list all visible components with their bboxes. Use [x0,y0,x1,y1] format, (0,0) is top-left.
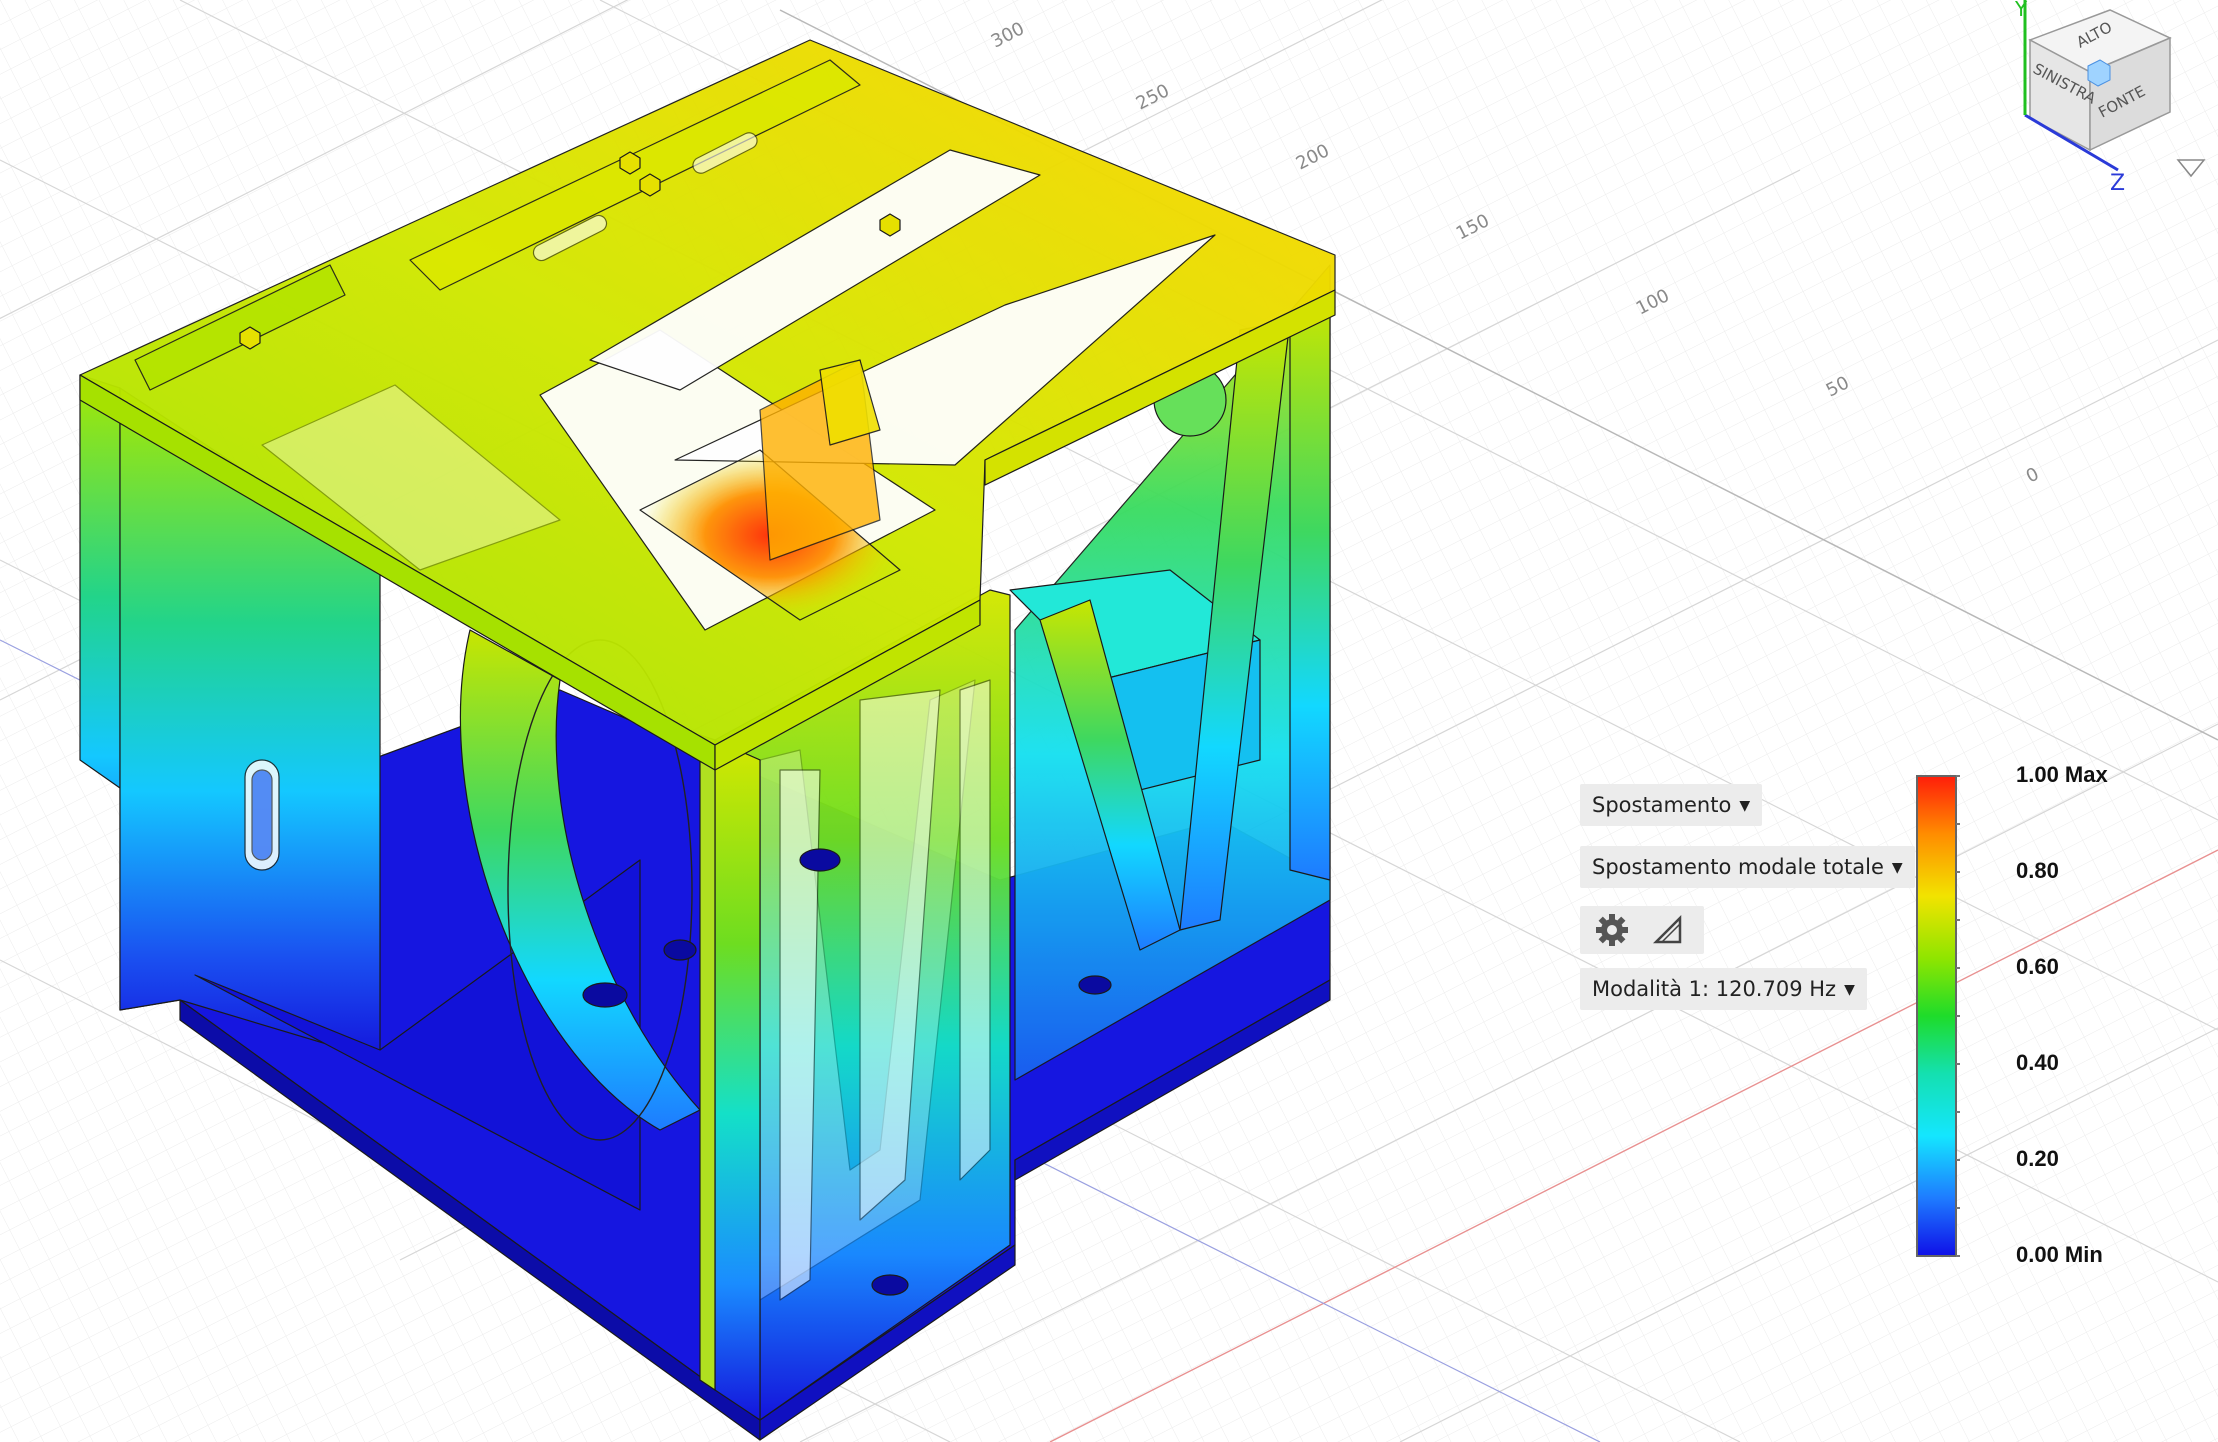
chevron-down-icon: ▼ [1739,798,1751,814]
result-component-label: Spostamento modale totale [1592,855,1884,879]
gear-icon[interactable] [1592,910,1632,950]
result-type-label: Spostamento [1592,793,1732,817]
legend-max-label: 1.00 Max [2016,762,2108,787]
3d-viewport[interactable]: 300 250 200 150 100 50 0 ALTO SINISTRA F… [0,0,2218,1442]
color-legend [1915,774,1960,1258]
legend-tick-020: 0.20 [2016,1146,2059,1171]
axis-y-label: Y [2014,0,2028,21]
legend-tools [1580,906,1704,954]
result-type-dropdown[interactable]: Spostamento ▼ [1580,784,1763,826]
legend-tick-060: 0.60 [2016,954,2059,979]
chevron-down-icon: ▼ [1891,860,1903,876]
deformation-scale-icon[interactable] [1648,910,1688,950]
axis-z-label: Z [2110,171,2125,196]
legend-tick-080: 0.80 [2016,858,2059,883]
legend-colorbar [1916,775,1960,1257]
chevron-down-icon: ▼ [1844,982,1855,998]
legend-tick-040: 0.40 [2016,1050,2059,1075]
mode-dropdown[interactable]: Modalità 1: 120.709 Hz ▼ [1580,968,1867,1010]
mode-label: Modalità 1: 120.709 Hz [1592,977,1837,1001]
legend-min-label: 0.00 Min [2016,1242,2103,1267]
result-component-dropdown[interactable]: Spostamento modale totale ▼ [1580,846,1915,888]
